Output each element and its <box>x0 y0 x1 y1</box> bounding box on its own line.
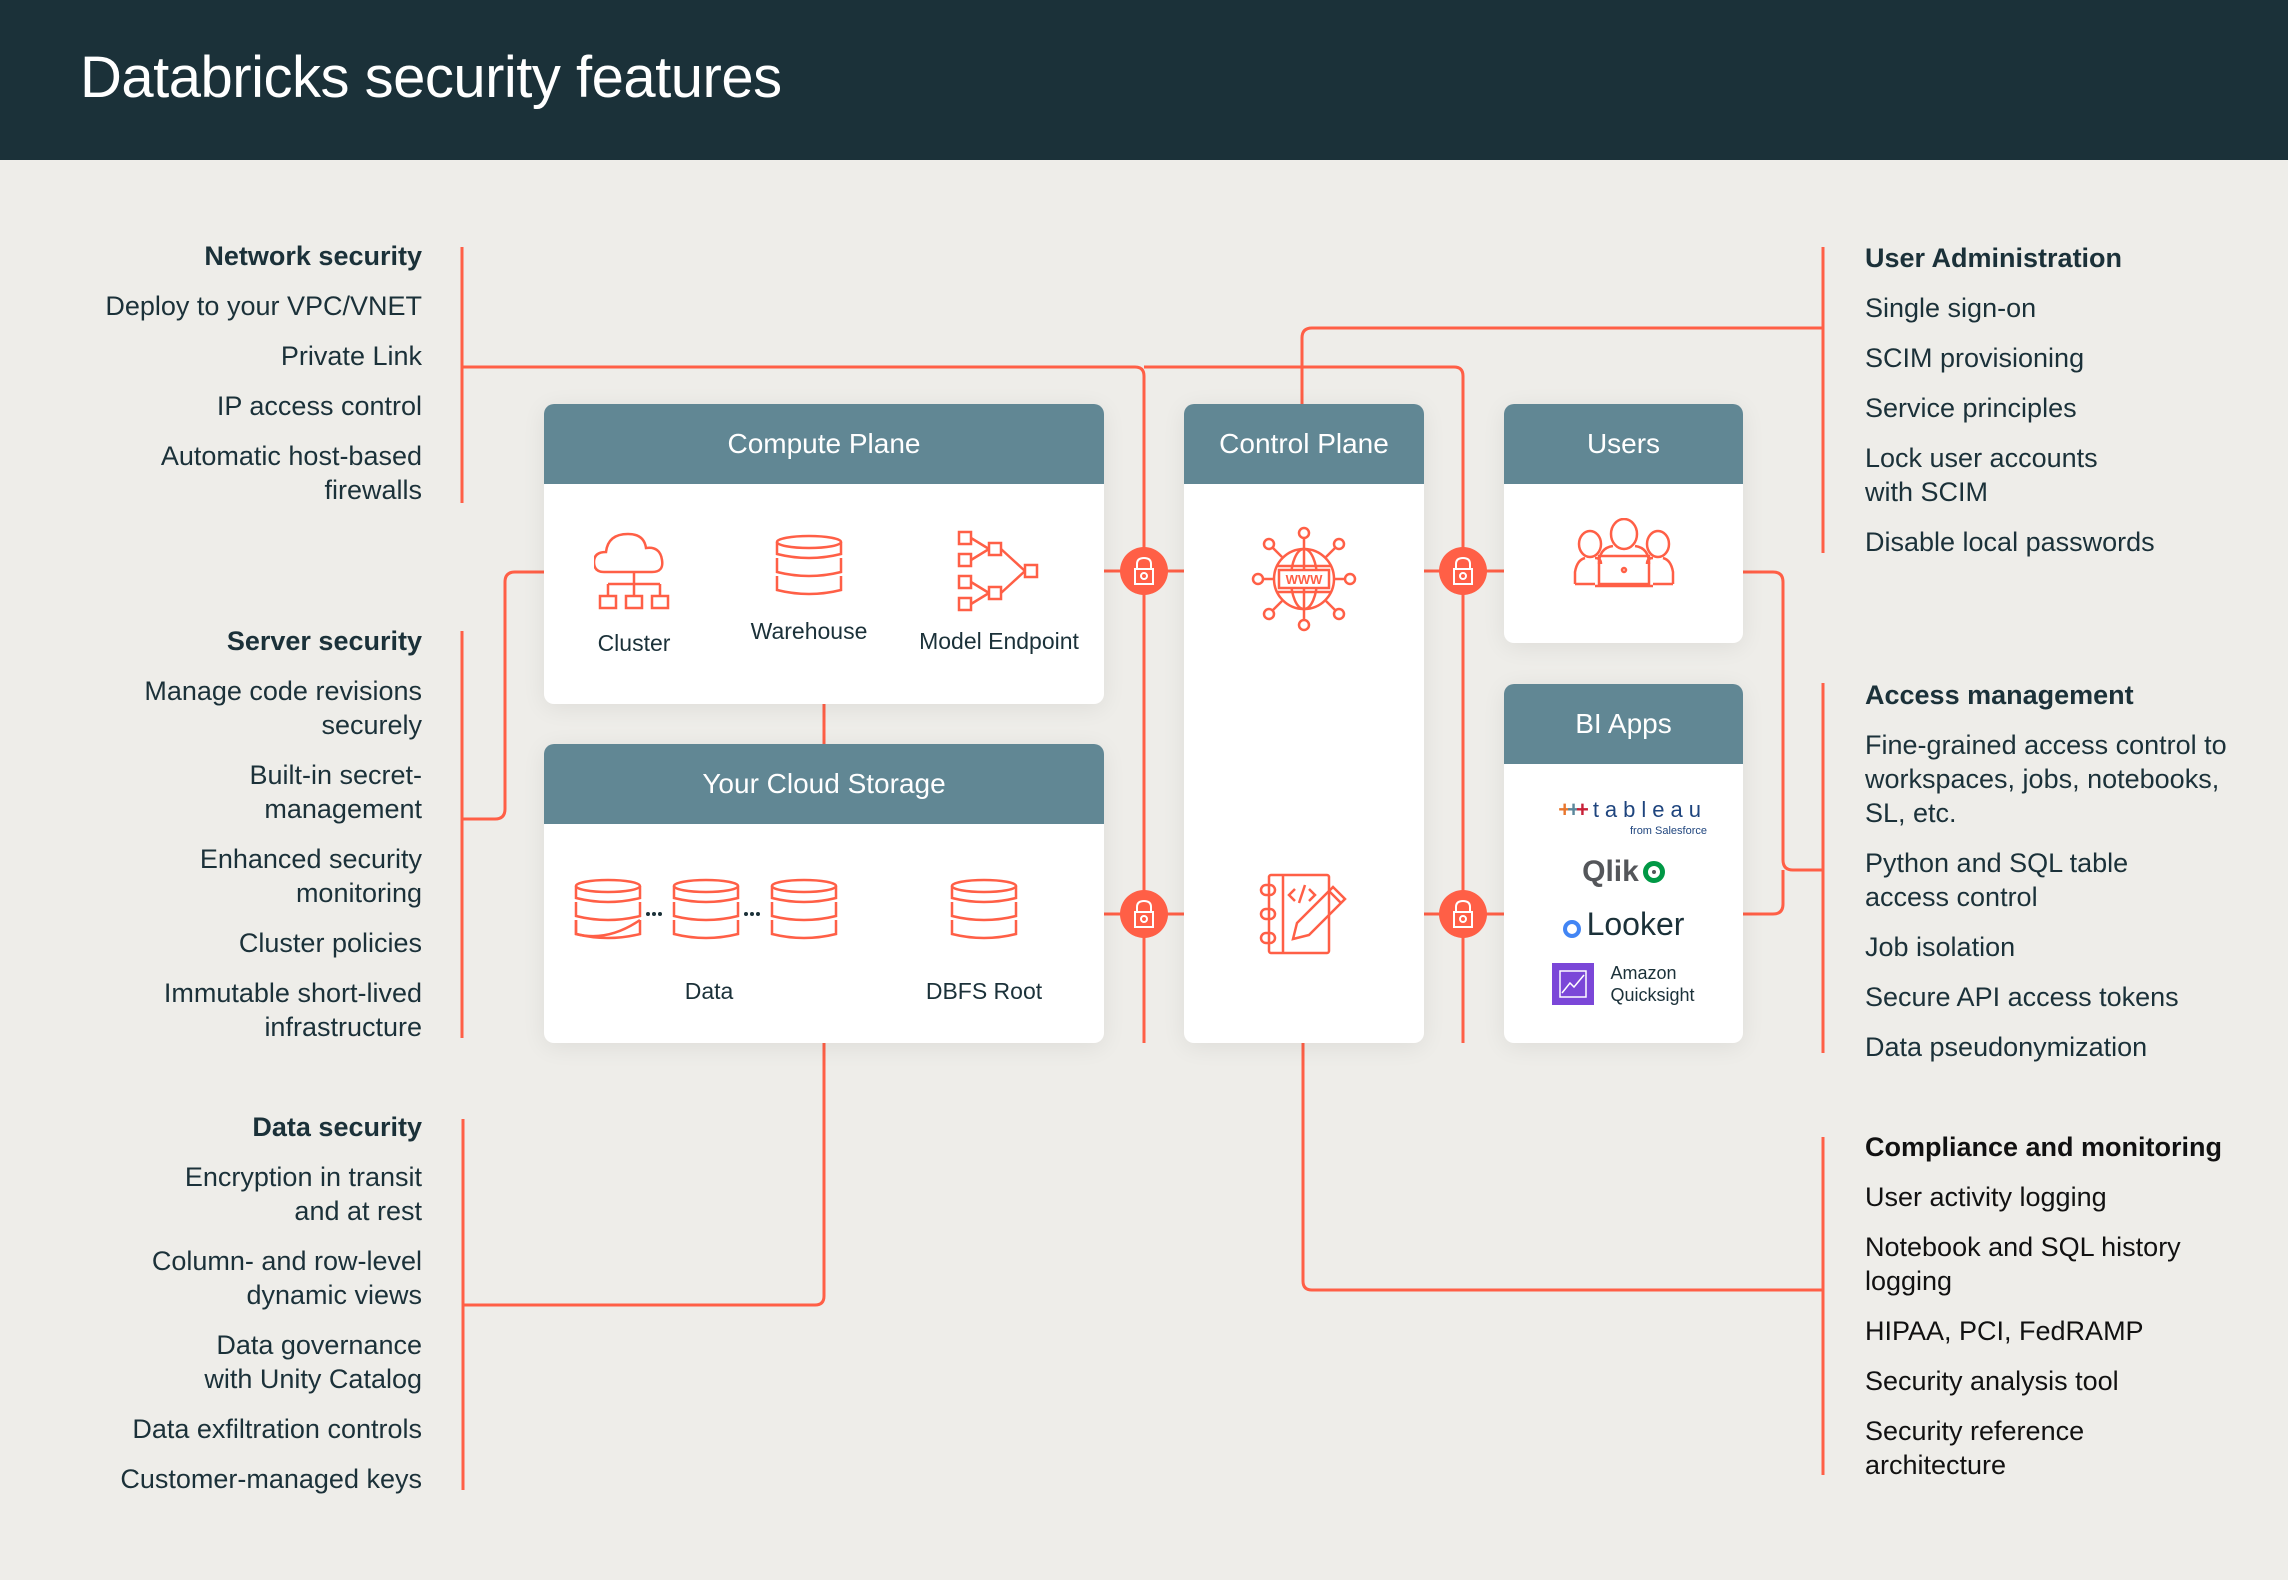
control-plane-box: Control Plane WWW <box>1184 404 1424 1043</box>
lock-icon <box>1439 890 1487 938</box>
feature-item: Manage code revisions securely <box>144 676 422 740</box>
feature-item: Private Link <box>280 341 422 371</box>
model-network-icon <box>957 530 1039 612</box>
lock-icon <box>1439 547 1487 595</box>
tableau-cross-icon: +++ <box>1558 797 1589 822</box>
looker-icon <box>1562 920 1581 938</box>
database-icon <box>775 534 843 596</box>
feature-item: Secure API access tokens <box>1865 982 2179 1012</box>
feature-item: Notebook and SQL history logging <box>1865 1232 2181 1296</box>
compute-item-cluster: Cluster <box>584 530 684 657</box>
quicksight-logo: Amazon Quicksight <box>1504 960 1743 1008</box>
quicksight-line1: Amazon <box>1610 963 1677 983</box>
feature-item: Fine-grained access control to workspace… <box>1865 730 2227 828</box>
bi-apps-title: BI Apps <box>1504 684 1743 764</box>
compliance-connector <box>1301 1043 1823 1292</box>
group-title: Server security <box>226 626 422 656</box>
group-title: Compliance and monitoring <box>1865 1132 2223 1162</box>
feature-item: SCIM provisioning <box>1865 343 2085 373</box>
compute-item-label: Cluster <box>597 630 671 656</box>
compute-item-model-endpoint: Model Endpoint <box>904 530 1094 655</box>
qlik-q-icon <box>1642 861 1665 883</box>
www-globe-icon: WWW <box>1251 526 1357 632</box>
feature-item: Single sign-on <box>1865 293 2037 323</box>
quicksight-line2: Quicksight <box>1610 985 1695 1005</box>
storage-item-label: Data <box>684 978 734 1004</box>
compliance-monitoring-group: Compliance and monitoring User activity … <box>1865 1130 2265 1498</box>
compute-item-label: Model Endpoint <box>919 628 1079 654</box>
lock-icon <box>1120 547 1168 595</box>
users-box: Users <box>1504 404 1743 643</box>
access-management-group: Access management Fine-grained access co… <box>1865 678 2245 1080</box>
compute-plane-box: Compute Plane Cluster Warehouse Model En… <box>544 404 1104 704</box>
database-icon <box>950 878 1018 940</box>
compute-plane-title: Compute Plane <box>544 404 1104 484</box>
users-laptop-icon <box>1573 518 1675 588</box>
feature-item: Automatic host-based firewalls <box>160 441 422 505</box>
feature-item: Data governance with Unity Catalog <box>204 1330 422 1394</box>
server-connector <box>462 570 544 821</box>
feature-item: Security analysis tool <box>1865 1366 2119 1396</box>
cloud-storage-box: Your Cloud Storage Data DBFS Root <box>544 744 1104 1043</box>
multi-database-icon <box>574 878 838 940</box>
feature-item: User activity logging <box>1865 1182 2107 1212</box>
bi-apps-box: BI Apps +++ tableau from Salesforce Qlik… <box>1504 684 1743 1043</box>
data-connector <box>463 1043 826 1307</box>
group-title: Network security <box>204 241 422 271</box>
feature-item: Python and SQL table access control <box>1865 848 2129 912</box>
tableau-subtitle: from Salesforce <box>1629 825 1707 837</box>
cloud-cluster-icon <box>594 532 670 610</box>
feature-item: Immutable short-lived infrastructure <box>163 978 422 1042</box>
svg-text:WWW: WWW <box>1286 572 1324 587</box>
feature-item: Disable local passwords <box>1865 527 2155 557</box>
feature-item: Service principles <box>1865 393 2077 423</box>
tableau-wordmark: tableau <box>1592 797 1707 822</box>
feature-item: Job isolation <box>1865 932 2016 962</box>
server-security-group: Server security Manage code revisions se… <box>42 624 422 1060</box>
compute-item-warehouse: Warehouse <box>744 534 874 645</box>
feature-item: Encryption in transit and at rest <box>184 1162 422 1226</box>
qlik-wordmark: Qlik <box>1582 855 1639 888</box>
feature-item: Enhanced security monitoring <box>199 844 422 908</box>
storage-item-label: DBFS Root <box>925 978 1043 1004</box>
user-administration-group: User Administration Single sign-on SCIM … <box>1865 241 2195 575</box>
qlik-logo: Qlik <box>1504 852 1743 892</box>
users-title: Users <box>1504 404 1743 484</box>
tableau-logo: +++ tableau from Salesforce <box>1504 792 1743 842</box>
group-title: Access management <box>1865 680 2134 710</box>
compute-item-label: Warehouse <box>750 618 868 644</box>
feature-item: Data exfiltration controls <box>132 1414 422 1444</box>
feature-item: Cluster policies <box>238 928 422 958</box>
looker-wordmark: Looker <box>1586 905 1685 942</box>
feature-item: Data pseudonymization <box>1865 1032 2148 1062</box>
control-plane-title: Control Plane <box>1184 404 1424 484</box>
storage-item-dbfs-root: DBFS Root <box>914 878 1054 1005</box>
notebook-code-icon <box>1259 873 1347 955</box>
quicksight-icon <box>1552 963 1595 1005</box>
access-connector <box>1743 570 1823 916</box>
feature-item: Column- and row-level dynamic views <box>151 1246 422 1310</box>
group-title: User Administration <box>1865 243 2123 273</box>
feature-item: Lock user accounts with SCIM <box>1865 443 2098 507</box>
storage-item-data: Data <box>574 878 844 1005</box>
data-security-group: Data security Encryption in transit and … <box>42 1110 422 1512</box>
lock-icon <box>1120 890 1168 938</box>
feature-item: Security reference architecture <box>1865 1416 2085 1480</box>
network-security-group: Network security Deploy to your VPC/VNET… <box>42 239 422 523</box>
feature-item: Built-in secret-management <box>249 760 422 824</box>
looker-logo: Looker <box>1504 902 1743 946</box>
feature-item: IP access control <box>216 391 422 421</box>
feature-item: HIPAA, PCI, FedRAMP <box>1865 1316 2144 1346</box>
group-title: Data security <box>252 1112 422 1142</box>
feature-item: Deploy to your VPC/VNET <box>105 291 422 321</box>
cloud-storage-title: Your Cloud Storage <box>544 744 1104 824</box>
feature-item: Customer-managed keys <box>120 1464 422 1494</box>
